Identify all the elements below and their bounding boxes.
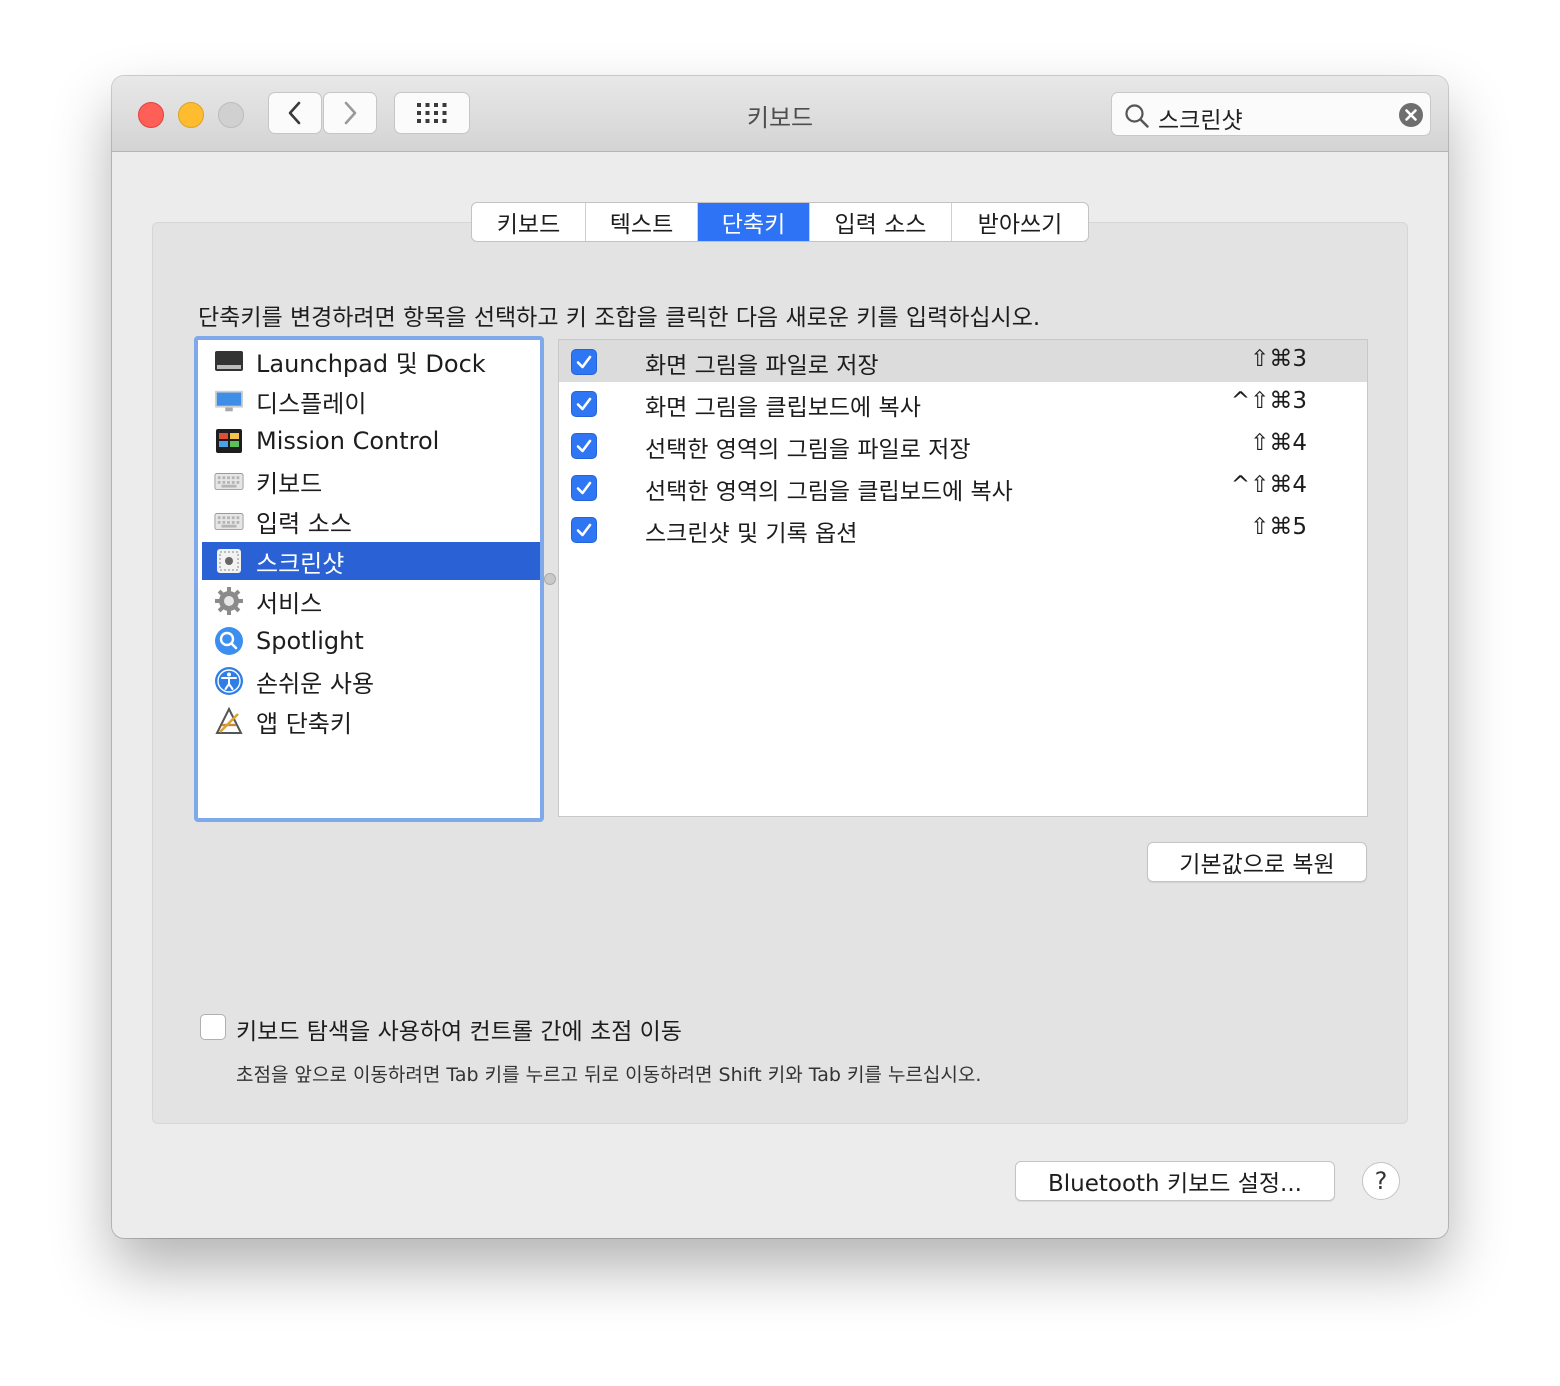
bluetooth-keyboard-setup-button[interactable]: Bluetooth 키보드 설정... <box>1015 1161 1335 1201</box>
tab-keyboard[interactable]: 키보드 <box>472 203 586 241</box>
checkmark-icon <box>576 355 592 369</box>
category-label: 앱 단축키 <box>256 709 352 738</box>
category-label: Mission Control <box>256 427 440 455</box>
search-field[interactable]: 스크린샷 <box>1111 92 1431 136</box>
keyboard-navigation-label: 키보드 탐색을 사용하여 컨트롤 간에 초점 이동 <box>236 1019 682 1045</box>
search-icon <box>1125 104 1149 128</box>
shortcut-label: 화면 그림을 클립보드에 복사 <box>645 395 921 421</box>
shortcut-checkbox[interactable] <box>571 391 597 417</box>
category-input-sources[interactable]: 입력 소스 <box>202 502 540 540</box>
gear-icon <box>214 586 244 616</box>
shortcut-checkbox[interactable] <box>571 433 597 459</box>
shortcut-list[interactable]: 화면 그림을 파일로 저장 ⇧⌘3 화면 그림을 클립보드에 복사 ^⇧⌘3 선… <box>558 339 1368 817</box>
shortcut-row[interactable]: 선택한 영역의 그림을 파일로 저장 ⇧⌘4 <box>559 424 1367 466</box>
checkmark-icon <box>576 523 592 537</box>
checkmark-icon <box>576 439 592 453</box>
shortcut-row[interactable]: 화면 그림을 파일로 저장 ⇧⌘3 <box>559 340 1367 382</box>
category-keyboard[interactable]: 키보드 <box>202 462 540 500</box>
category-display[interactable]: 디스플레이 <box>202 382 540 420</box>
category-label: 서비스 <box>256 589 323 618</box>
split-handle[interactable] <box>544 573 556 585</box>
shortcut-label: 화면 그림을 파일로 저장 <box>645 353 879 379</box>
shortcut-keys[interactable]: ⇧⌘3 <box>1250 346 1307 372</box>
shortcut-checkbox[interactable] <box>571 475 597 501</box>
tab-text[interactable]: 텍스트 <box>586 203 698 241</box>
help-button[interactable]: ? <box>1362 1162 1400 1200</box>
shortcut-checkbox[interactable] <box>571 517 597 543</box>
tab-bar: 키보드 텍스트 단축키 입력 소스 받아쓰기 <box>471 202 1089 242</box>
checkmark-icon <box>576 481 592 495</box>
shortcut-label: 스크린샷 및 기록 옵션 <box>645 521 858 547</box>
display-icon <box>214 386 244 416</box>
tab-input-sources[interactable]: 입력 소스 <box>810 203 952 241</box>
shortcut-keys[interactable]: ⇧⌘5 <box>1250 514 1307 540</box>
restore-defaults-button[interactable]: 기본값으로 복원 <box>1147 842 1367 882</box>
accessibility-icon <box>214 666 244 696</box>
shortcut-keys[interactable]: ^⇧⌘4 <box>1231 472 1307 498</box>
category-screenshots[interactable]: 스크린샷 <box>202 542 540 580</box>
shortcut-label: 선택한 영역의 그림을 파일로 저장 <box>645 437 971 463</box>
search-input[interactable]: 스크린샷 <box>1158 101 1243 135</box>
mission-control-icon <box>214 426 244 456</box>
category-app-shortcuts[interactable]: 앱 단축키 <box>202 702 540 740</box>
keyboard-navigation-checkbox[interactable] <box>200 1014 226 1040</box>
category-accessibility[interactable]: 손쉬운 사용 <box>202 662 540 700</box>
tab-shortcuts[interactable]: 단축키 <box>698 203 810 241</box>
clear-search-icon[interactable] <box>1398 102 1424 128</box>
category-label: 손쉬운 사용 <box>256 669 375 698</box>
spotlight-icon <box>214 626 244 656</box>
screenshot-icon <box>214 546 244 576</box>
shortcut-keys[interactable]: ^⇧⌘3 <box>1231 388 1307 414</box>
tab-dictation[interactable]: 받아쓰기 <box>952 203 1088 241</box>
preferences-window: 키보드 스크린샷 키보드 텍스트 단축키 입력 소스 받아쓰기 단축키를 변경하… <box>112 76 1448 1238</box>
category-label: 입력 소스 <box>256 509 352 538</box>
instruction-text: 단축키를 변경하려면 항목을 선택하고 키 조합을 클릭한 다음 새로운 키를 … <box>198 305 1041 331</box>
launchpad-dock-icon <box>214 346 244 376</box>
checkmark-icon <box>576 397 592 411</box>
title-bar: 키보드 스크린샷 <box>112 76 1448 152</box>
category-spotlight[interactable]: Spotlight <box>202 622 540 660</box>
shortcut-row[interactable]: 화면 그림을 클립보드에 복사 ^⇧⌘3 <box>559 382 1367 424</box>
shortcut-row[interactable]: 스크린샷 및 기록 옵션 ⇧⌘5 <box>559 508 1367 550</box>
shortcut-keys[interactable]: ⇧⌘4 <box>1250 430 1307 456</box>
category-list[interactable]: Launchpad 및 Dock 디스플레이 Mission Control 키… <box>194 336 544 822</box>
shortcut-row[interactable]: 선택한 영역의 그림을 클립보드에 복사 ^⇧⌘4 <box>559 466 1367 508</box>
keyboard-icon <box>214 506 244 536</box>
category-label: Spotlight <box>256 627 364 655</box>
keyboard-icon <box>214 466 244 496</box>
app-shortcuts-icon <box>214 706 244 736</box>
category-label: 키보드 <box>256 469 323 498</box>
category-mission-control[interactable]: Mission Control <box>202 422 540 460</box>
shortcut-checkbox[interactable] <box>571 349 597 375</box>
category-label: Launchpad 및 Dock <box>256 349 486 378</box>
category-launchpad-dock[interactable]: Launchpad 및 Dock <box>202 342 540 380</box>
shortcut-label: 선택한 영역의 그림을 클립보드에 복사 <box>645 479 1013 505</box>
category-services[interactable]: 서비스 <box>202 582 540 620</box>
category-label: 디스플레이 <box>256 389 367 418</box>
keyboard-navigation-hint: 초점을 앞으로 이동하려면 Tab 키를 누르고 뒤로 이동하려면 Shift … <box>236 1064 982 1086</box>
category-label: 스크린샷 <box>256 549 345 578</box>
